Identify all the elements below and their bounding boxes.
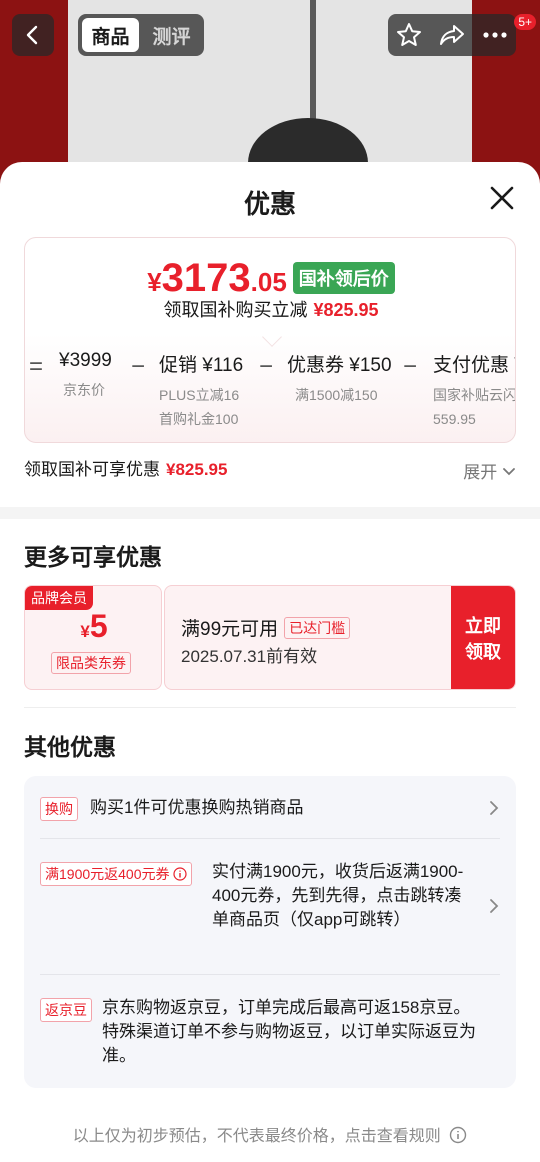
saving-line: 领取国补购买立减 ¥825.95 <box>163 300 379 320</box>
other-offers-list: 换购 购买1件可优惠换购热销商品 满1900元返400元券 实付满1900元，收… <box>24 776 516 1088</box>
final-price: ¥3173.05 <box>147 256 287 300</box>
price-breakdown[interactable]: = ¥3999 京东价 − 促销 ¥116 PLUS立减16 首购礼金100 −… <box>25 350 516 440</box>
breakdown-item-coupon: 优惠券 ¥150 满1500减150 <box>287 355 392 403</box>
other-offers-title: 其他优惠 <box>24 734 116 760</box>
saving-amount: ¥825.95 <box>313 300 379 320</box>
offer-text: 京东购物返京豆，订单完成后最高可返158京豆。特殊渠道订单不参与购物返豆，以订单… <box>102 998 476 1065</box>
threshold-reached-tag: 已达门槛 <box>284 617 351 639</box>
page-tab-switch: 商品 测评 <box>78 14 204 56</box>
coupon-value-panel: 品牌会员 ¥5 限品类东券 <box>24 585 162 690</box>
section-separator <box>24 707 516 708</box>
offer-item-jd-beans: 返京豆 京东购物返京豆，订单完成后最高可返158京豆。特殊渠道订单不参与购物返豆… <box>40 994 500 1074</box>
offer-item-trade-in[interactable]: 换购 购买1件可优惠换购热销商品 <box>40 794 500 824</box>
breakdown-item-promotion: 促销 ¥116 PLUS立减16 首购礼金100 <box>159 355 244 427</box>
breakdown-operator: = <box>29 353 44 380</box>
breakdown-item-payment: 支付优惠 ¥ 国家补贴云闪 559.95 <box>433 355 516 427</box>
close-icon <box>490 186 514 210</box>
offer-tag: 返京豆 <box>40 998 92 1022</box>
coupon-member-tag: 品牌会员 <box>25 586 93 610</box>
tab-product[interactable]: 商品 <box>82 18 139 52</box>
back-button[interactable] <box>12 14 54 56</box>
info-icon <box>173 867 188 881</box>
coupon-validity: 2025.07.31前有效 <box>181 647 318 666</box>
price-breakdown-card: ¥3173.05 国补领后价 领取国补购买立减 ¥825.95 = ¥3999 京… <box>24 237 516 443</box>
final-price-row: ¥3173.05 国补领后价 <box>25 256 515 300</box>
coupon-condition: 满99元可用 已达门槛 <box>181 614 351 641</box>
close-button[interactable] <box>486 182 518 214</box>
offer-tag: 满1900元返400元券 <box>40 862 193 886</box>
claim-amount: ¥825.95 <box>166 460 228 479</box>
chevron-down-icon <box>503 468 515 476</box>
breakdown-item-jd-price: ¥3999 京东价 <box>59 350 112 398</box>
top-actions <box>388 14 516 56</box>
info-icon <box>450 1126 467 1144</box>
chevron-right-icon <box>490 801 499 815</box>
share-icon[interactable] <box>438 21 466 49</box>
brand-member-coupon: 品牌会员 ¥5 限品类东券 满99元可用 已达门槛 2025.07.31前有效 立… <box>24 585 516 690</box>
subsidy-price-tag: 国补领后价 <box>292 262 395 294</box>
expand-button[interactable]: 展开 <box>463 458 516 483</box>
chevron-right-icon <box>490 899 499 913</box>
chevron-left-icon <box>26 25 38 45</box>
more-offers-title: 更多可享优惠 <box>24 544 162 570</box>
claim-coupon-button[interactable]: 立即 领取 <box>451 586 515 689</box>
discount-sheet: 优惠 ¥3173.05 国补领后价 领取国补购买立减 ¥825.95 = ¥399… <box>0 162 540 1162</box>
star-icon[interactable] <box>395 21 423 49</box>
coupon-type-tag: 限品类东券 <box>51 652 131 674</box>
tab-review[interactable]: 测评 <box>143 18 200 52</box>
sheet-title: 优惠 <box>243 189 296 219</box>
section-divider <box>0 507 540 519</box>
breakdown-operator: − <box>131 353 146 380</box>
offer-text: 购买1件可优惠换购热销商品 <box>90 798 304 817</box>
rules-footer[interactable]: 以上仅为初步预估，不代表最终价格，点击查看规则 <box>0 1122 540 1146</box>
offer-item-cashback-coupon[interactable]: 满1900元返400元券 实付满1900元，收货后返满1900-400元券，先到… <box>40 858 500 958</box>
breakdown-operator: − <box>259 353 274 380</box>
subsidy-claim-row: 领取国补可享优惠 ¥825.95 <box>24 460 228 479</box>
coupon-detail-panel: 满99元可用 已达门槛 2025.07.31前有效 立即 领取 <box>164 585 516 690</box>
offer-text: 实付满1900元，收货后返满1900-400元券，先到先得，点击跳转凑单商品页（… <box>212 862 464 929</box>
breakdown-operator: − <box>403 353 418 380</box>
notification-badge: 5+ <box>514 14 536 30</box>
more-icon[interactable] <box>481 21 509 49</box>
offer-tag: 换购 <box>40 797 78 821</box>
coupon-amount: ¥5 <box>80 608 108 644</box>
